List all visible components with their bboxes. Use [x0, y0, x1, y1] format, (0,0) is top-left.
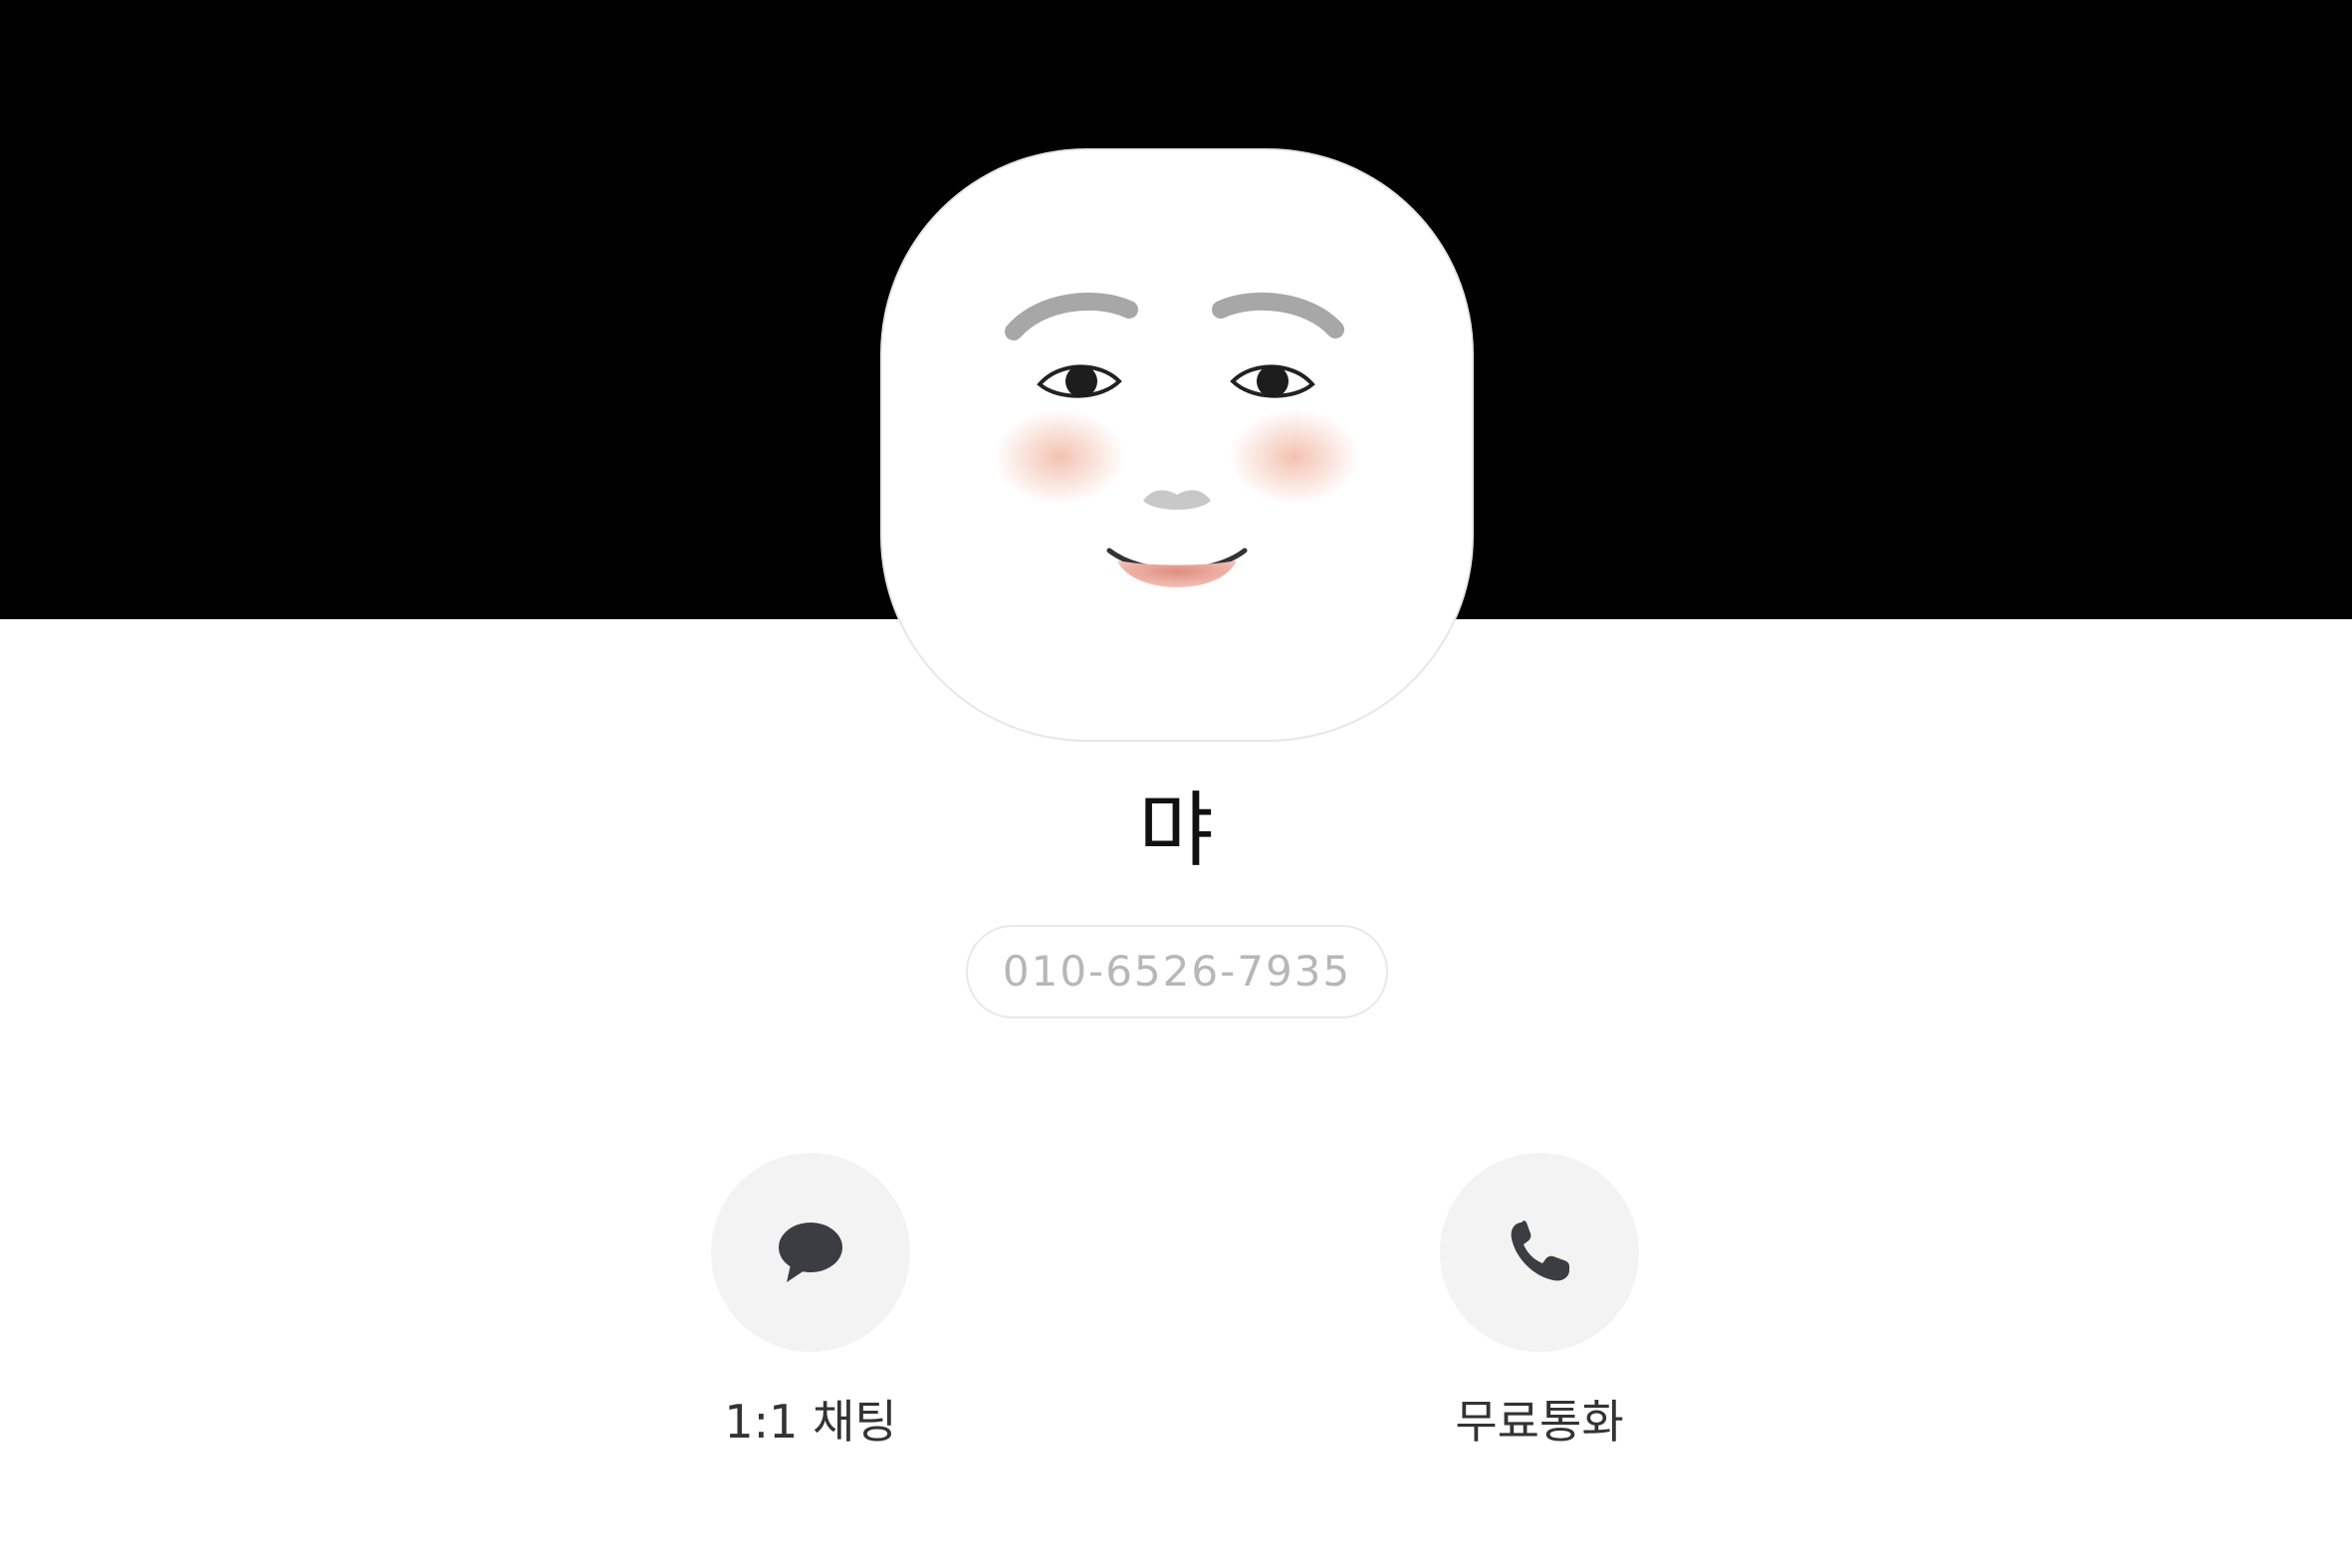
- call-action: 무료통화: [1380, 1153, 1699, 1471]
- free-call-label: 무료통화: [1455, 1395, 1624, 1449]
- phone-icon: [1511, 1221, 1569, 1281]
- chat-action: 1:1 채팅: [651, 1153, 970, 1471]
- chat-action-label: 1:1 채팅: [724, 1395, 897, 1449]
- phone-number-pill[interactable]: 010-6526-7935: [966, 925, 1388, 1018]
- profile-avatar[interactable]: [882, 150, 1472, 740]
- profile-page: 먀 010-6526-7935 1:1 채팅 무료통화: [0, 0, 2352, 1568]
- chat-button[interactable]: [711, 1153, 910, 1352]
- free-call-button[interactable]: [1440, 1153, 1639, 1352]
- smiling-face-illustration: [882, 150, 1472, 740]
- chat-bubble-icon: [779, 1223, 842, 1282]
- profile-name: 먀: [1138, 784, 1214, 878]
